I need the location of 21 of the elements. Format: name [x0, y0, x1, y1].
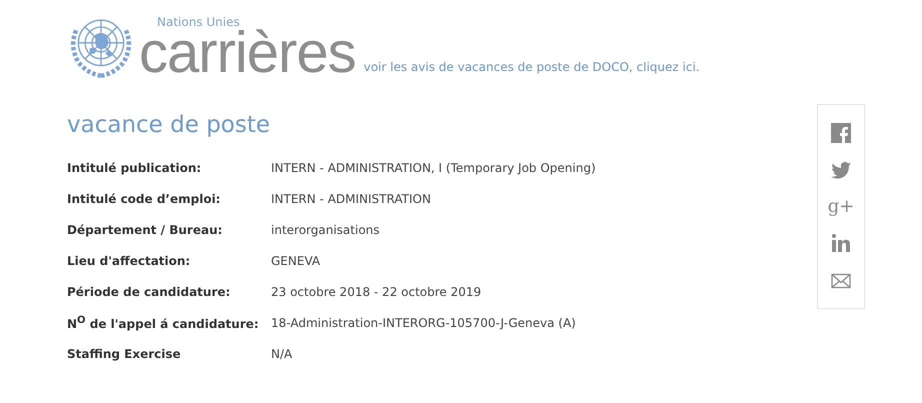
field-value: 18-Administration-INTERORG-105700-J-Geneva (A): [271, 316, 576, 330]
field-label: Département / Bureau:: [67, 222, 224, 236]
field-label: Intitulé code d’emploi:: [67, 192, 222, 206]
section-heading: vacance de poste: [67, 112, 272, 138]
field-value: INTERN - ADMINISTRATION: [271, 192, 431, 206]
facebook-icon[interactable]: [831, 122, 851, 142]
field-label: Période de candidature:: [67, 284, 232, 298]
field-value: INTERN - ADMINISTRATION, I (Temporary Job Opening): [271, 160, 596, 174]
field-value: N/A: [271, 346, 292, 360]
doco-link[interactable]: voir les avis de vacances de poste de DOCO, cliquez ici.: [364, 60, 700, 74]
field-label: N$^{O}$ de l'appel á candidature:: [67, 314, 260, 330]
bird-icon[interactable]: [831, 160, 851, 180]
org-name: Nations Unies: [157, 16, 241, 28]
field-value: 23 octobre 2018 - 22 octobre 2019: [271, 284, 482, 298]
field-value: GENEVA: [271, 254, 320, 268]
field-value: interorganisations: [271, 222, 380, 236]
field-label: Lieu d'affectation:: [67, 254, 192, 268]
field-label: Intitulé publication:: [67, 160, 202, 174]
field-label: Staffing Exercise: [67, 346, 182, 360]
google-plus-icon[interactable]: g+: [828, 198, 854, 216]
linkedin-icon[interactable]: [831, 233, 851, 253]
